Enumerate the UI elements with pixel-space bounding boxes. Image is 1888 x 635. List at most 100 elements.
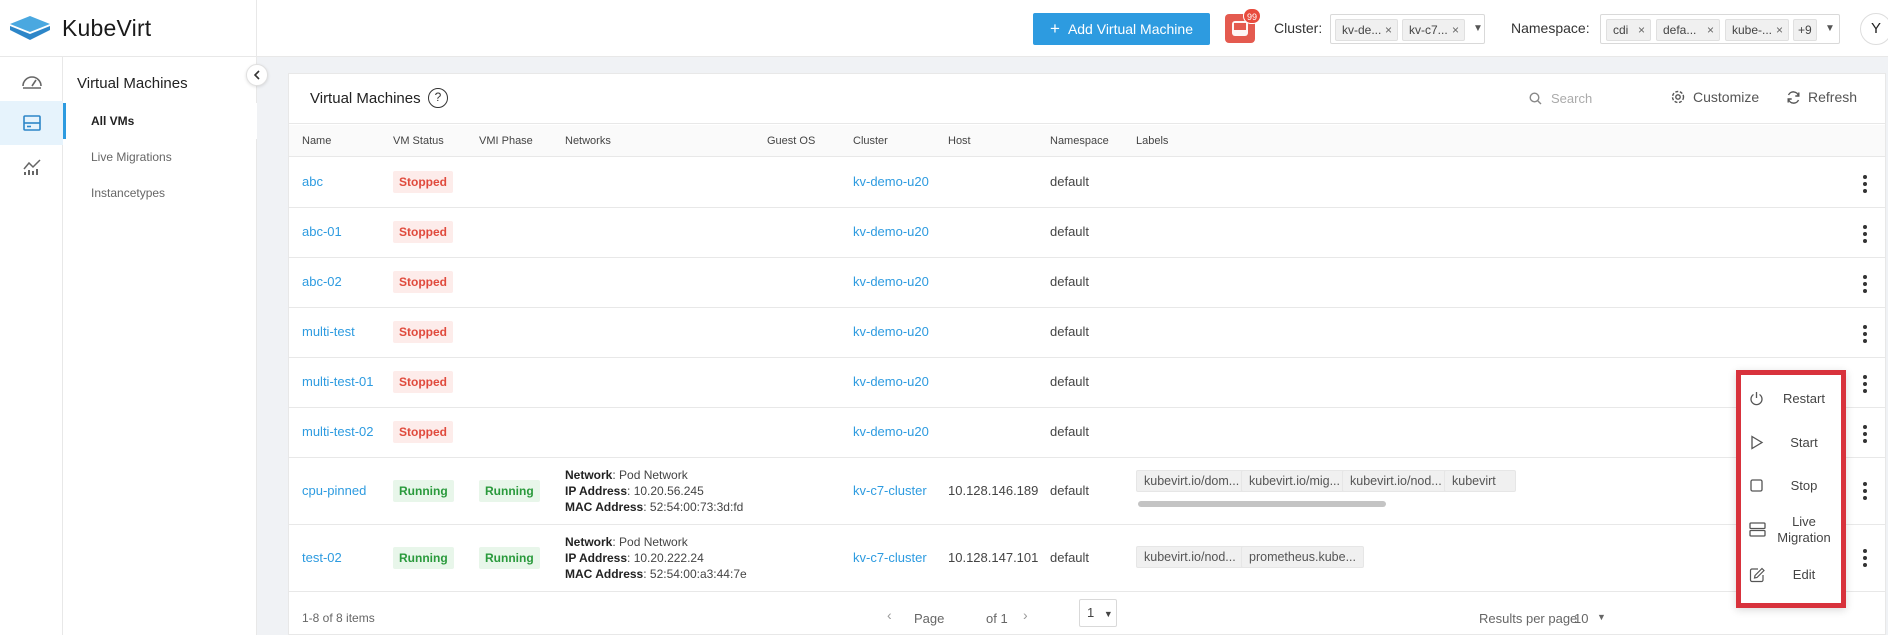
chevron-down-icon[interactable]: ▼	[1825, 23, 1835, 34]
table-row: multi-test Stopped kv-demo-u20 default	[289, 308, 1885, 358]
cluster-link[interactable]: kv-demo-u20	[853, 424, 929, 439]
column-header-networks[interactable]: Networks	[565, 135, 611, 147]
column-header-labels[interactable]: Labels	[1136, 135, 1168, 147]
table-row: multi-test-01 Stopped kv-demo-u20 defaul…	[289, 358, 1885, 408]
table-row: test-02 Running Running Network: Pod Net…	[289, 525, 1885, 592]
dashboard-icon	[21, 76, 42, 89]
user-avatar[interactable]: Y	[1860, 13, 1888, 45]
collapse-sidebar-button[interactable]	[246, 64, 268, 86]
column-header-namespace[interactable]: Namespace	[1050, 135, 1109, 147]
menu-item-edit[interactable]: Edit	[1741, 553, 1841, 597]
refresh-button[interactable]: Refresh	[1786, 89, 1857, 105]
menu-item-stop[interactable]: Stop	[1741, 464, 1841, 508]
menu-item-label: Live Migration	[1777, 514, 1831, 545]
top-header: KubeVirt + Add Virtual Machine 99 Cluste…	[0, 0, 1888, 57]
column-header-name[interactable]: Name	[302, 135, 331, 147]
menu-item-start[interactable]: Start	[1741, 421, 1841, 465]
namespace-more-tag[interactable]: +9	[1793, 19, 1817, 41]
menu-item-label: Start	[1790, 435, 1818, 450]
column-header-host[interactable]: Host	[948, 135, 971, 147]
cluster-link[interactable]: kv-demo-u20	[853, 374, 929, 389]
row-actions-icon[interactable]	[1863, 375, 1867, 393]
header-divider	[256, 0, 257, 57]
vmi-phase-badge: Running	[479, 480, 540, 502]
vm-name-link[interactable]: abc-02	[302, 274, 342, 289]
prev-page-icon[interactable]: ‹	[887, 607, 892, 623]
add-virtual-machine-button[interactable]: + Add Virtual Machine	[1033, 13, 1210, 45]
close-icon[interactable]: ×	[1707, 20, 1714, 40]
server-icon	[22, 115, 41, 131]
subnav-item-live-migrations[interactable]: Live Migrations	[63, 139, 257, 175]
chevron-down-icon[interactable]: ▼	[1597, 612, 1606, 622]
vm-name-link[interactable]: multi-test-02	[302, 424, 374, 439]
help-icon[interactable]: ?	[428, 88, 448, 108]
menu-item-label: Edit	[1792, 567, 1816, 582]
table-row: abc-01 Stopped kv-demo-u20 default	[289, 208, 1885, 258]
row-actions-icon[interactable]	[1863, 275, 1867, 293]
app-name: KubeVirt	[62, 14, 152, 41]
row-actions-icon[interactable]	[1863, 325, 1867, 343]
cluster-filter-select[interactable]: kv-de... × kv-c7... × ▼	[1330, 14, 1485, 44]
customize-button[interactable]: Customize	[1670, 89, 1759, 105]
cluster-link[interactable]: kv-demo-u20	[853, 324, 929, 339]
menu-item-label: Stop	[1790, 478, 1818, 493]
close-icon[interactable]: ×	[1452, 20, 1459, 40]
row-actions-icon[interactable]	[1863, 482, 1867, 500]
status-badge: Stopped	[393, 371, 453, 393]
results-per-page-select[interactable]: 10	[1574, 611, 1588, 626]
cluster-filter-label: Cluster:	[1274, 20, 1323, 36]
chevron-down-icon: ▼	[1103, 609, 1113, 619]
row-actions-icon[interactable]	[1863, 225, 1867, 243]
row-actions-icon[interactable]	[1863, 549, 1867, 567]
secondary-nav: Virtual Machines All VMs Live Migrations…	[63, 57, 257, 635]
label-chip: kubevirt.io/dom...	[1136, 470, 1248, 492]
vm-name-link[interactable]: test-02	[302, 550, 342, 565]
subnav-item-instancetypes[interactable]: Instancetypes	[63, 175, 257, 211]
row-actions-icon[interactable]	[1863, 175, 1867, 193]
namespace-filter-select[interactable]: cdi × defa... × kube-... × +9 ▼	[1600, 14, 1840, 44]
column-header-vm-status[interactable]: VM Status	[393, 135, 444, 147]
status-badge: Stopped	[393, 321, 453, 343]
cluster-tag: kv-de... ×	[1335, 19, 1398, 41]
namespace-tag: defa... ×	[1656, 19, 1720, 41]
label-chip: kubevirt.io/mig...	[1241, 470, 1349, 492]
cluster-link[interactable]: kv-c7-cluster	[853, 550, 927, 565]
vmi-phase-badge: Running	[479, 547, 540, 569]
vm-name-link[interactable]: multi-test	[302, 324, 355, 339]
close-icon[interactable]: ×	[1776, 20, 1783, 40]
subnav-item-all-vms[interactable]: All VMs	[63, 103, 257, 139]
vm-name-link[interactable]: cpu-pinned	[302, 483, 366, 498]
cluster-link[interactable]: kv-demo-u20	[853, 224, 929, 239]
table-row: abc Stopped kv-demo-u20 default	[289, 158, 1885, 208]
page-select[interactable]: 1 ▼	[1079, 599, 1117, 627]
namespace-value: default	[1050, 483, 1090, 498]
row-actions-icon[interactable]	[1863, 425, 1867, 443]
label-chip: kubevirt.io/nod...	[1136, 546, 1244, 568]
row-action-menu: Restart Start Stop Live Migration Edit	[1736, 370, 1846, 608]
column-header-guest-os[interactable]: Guest OS	[767, 135, 815, 147]
panel-header: Virtual Machines ? Search Customize Refr…	[289, 74, 1885, 124]
kubevirt-logo-icon	[10, 16, 50, 40]
cluster-link[interactable]: kv-demo-u20	[853, 274, 929, 289]
namespace-value: default	[1050, 224, 1090, 239]
app-logo[interactable]: KubeVirt	[8, 14, 151, 42]
rail-item-virtual-machines[interactable]	[0, 101, 63, 145]
vm-name-link[interactable]: abc	[302, 174, 323, 189]
column-header-cluster[interactable]: Cluster	[853, 135, 888, 147]
labels-scrollbar[interactable]	[1138, 501, 1386, 507]
search-input[interactable]: Search	[1529, 91, 1592, 106]
menu-item-restart[interactable]: Restart	[1741, 377, 1841, 421]
close-icon[interactable]: ×	[1385, 20, 1392, 40]
rail-item-monitoring[interactable]	[0, 145, 63, 189]
gear-icon	[1671, 90, 1685, 104]
menu-item-live-migration[interactable]: Live Migration	[1741, 508, 1841, 552]
close-icon[interactable]: ×	[1638, 20, 1645, 40]
chevron-down-icon[interactable]: ▼	[1473, 23, 1483, 34]
vm-name-link[interactable]: multi-test-01	[302, 374, 374, 389]
vm-name-link[interactable]: abc-01	[302, 224, 342, 239]
next-page-icon[interactable]: ›	[1023, 607, 1028, 623]
column-header-vmi-phase[interactable]: VMI Phase	[479, 135, 533, 147]
rail-item-dashboard[interactable]	[0, 59, 63, 103]
cluster-link[interactable]: kv-c7-cluster	[853, 483, 927, 498]
cluster-link[interactable]: kv-demo-u20	[853, 174, 929, 189]
